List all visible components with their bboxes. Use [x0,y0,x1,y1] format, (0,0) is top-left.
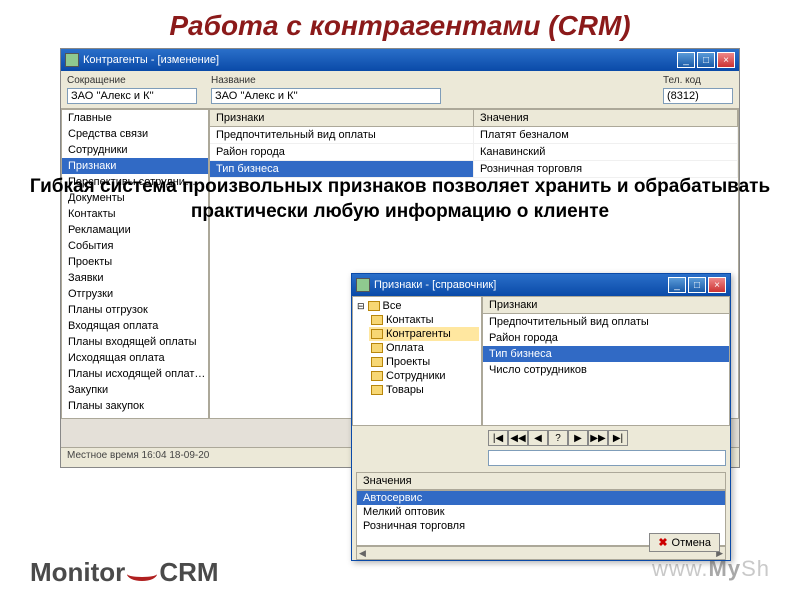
window1-toolbar: Сокращение Название Тел. код [61,71,739,109]
window2-reference: Признаки - [справочник] _ □ × ⊟Все Конта… [351,273,731,561]
list-item[interactable]: Предпочтительный вид оплаты [483,314,729,330]
sidebar-item[interactable]: Средства связи [62,126,208,142]
nav-button[interactable]: ? [548,430,568,446]
sidebar-item[interactable]: Планы исходящей оплат… [62,366,208,382]
table-row[interactable]: Предпочтительный вид оплатыПлатят безнал… [210,127,738,144]
nav-button[interactable]: ▶▶ [588,430,608,446]
minimize-button[interactable]: _ [677,52,695,68]
name-label: Название [211,75,441,86]
folder-icon [368,301,380,311]
values-header: Значения [356,472,726,490]
sidebar-item[interactable]: События [62,238,208,254]
list-item[interactable]: Тип бизнеса [483,346,729,362]
tree-item[interactable]: Сотрудники [369,369,479,383]
nav-button[interactable]: ▶ [568,430,588,446]
category-tree[interactable]: ⊟Все КонтактыКонтрагентыОплатаПроектыСот… [352,296,482,426]
tel-label: Тел. код [663,75,733,86]
short-input[interactable] [67,88,197,104]
main-screenshot: Контрагенты - [изменение] _ □ × Сокращен… [60,48,740,468]
list-item[interactable]: Число сотрудников [483,362,729,378]
tree-item[interactable]: Контрагенты [369,327,479,341]
nav-button[interactable]: ◀ [528,430,548,446]
sidebar-item[interactable]: Заявки [62,270,208,286]
list-item[interactable]: Район города [483,330,729,346]
app-icon [356,278,370,292]
close-button[interactable]: × [717,52,735,68]
attributes-list[interactable]: Признаки Предпочтительный вид оплатыРайо… [482,296,730,426]
tree-item[interactable]: Оплата [369,341,479,355]
short-label: Сокращение [67,75,197,86]
sidebar-item[interactable]: Закупки [62,382,208,398]
window1-title: Контрагенты - [изменение] [83,54,219,66]
sidebar-item[interactable]: Главные [62,110,208,126]
maximize-button[interactable]: □ [697,52,715,68]
value-item[interactable]: Мелкий оптовик [357,505,725,519]
window1-titlebar: Контрагенты - [изменение] _ □ × [61,49,739,71]
slide-title: Работа с контрагентами (CRM) [0,0,800,48]
overlay-caption: Гибкая система произвольных признаков по… [0,175,800,224]
tel-input[interactable] [663,88,733,104]
col-attributes: Признаки [210,110,474,126]
filter-input[interactable] [488,450,726,466]
swoosh-icon [127,567,157,581]
sidebar-item[interactable]: Проекты [62,254,208,270]
name-input[interactable] [211,88,441,104]
nav-button[interactable]: ◀◀ [508,430,528,446]
sidebar-item[interactable]: Планы входящей оплаты [62,334,208,350]
tree-item[interactable]: Товары [369,383,479,397]
nav-button[interactable]: ▶| [608,430,628,446]
w2-minimize-button[interactable]: _ [668,277,686,293]
w2-close-button[interactable]: × [708,277,726,293]
value-item[interactable]: Автосервис [357,491,725,505]
app-icon [65,53,79,67]
w2-maximize-button[interactable]: □ [688,277,706,293]
sidebar[interactable]: ГлавныеСредства связиСотрудникиПризнаки П… [61,109,209,419]
sidebar-item[interactable]: Входящая оплата [62,318,208,334]
sidebar-item[interactable]: Рекламации [62,222,208,238]
tree-item[interactable]: Проекты [369,355,479,369]
sidebar-item[interactable]: Планы отгрузок [62,302,208,318]
tree-item[interactable]: Контакты [369,313,479,327]
sidebar-item[interactable]: Планы закупок [62,398,208,414]
sidebar-item[interactable]: Отгрузки [62,286,208,302]
tree-root[interactable]: ⊟Все [355,299,479,313]
sidebar-item[interactable]: Признаки [62,158,208,174]
brand-logo: MonitorCRM [30,557,219,588]
col-values: Значения [474,110,738,126]
cancel-icon: ✖ [658,536,667,549]
sidebar-item[interactable]: Исходящая оплата [62,350,208,366]
list-header: Признаки [483,297,729,314]
nav-button[interactable]: |◀ [488,430,508,446]
table-row[interactable]: Район городаКанавинский [210,144,738,161]
window2-title: Признаки - [справочник] [374,279,496,291]
value-item[interactable]: Розничная торговля [357,519,725,533]
sidebar-item[interactable]: Сотрудники [62,142,208,158]
cancel-button[interactable]: ✖ Отмена [649,533,720,552]
record-navigator[interactable]: |◀◀◀◀?▶▶▶▶| [488,430,730,446]
